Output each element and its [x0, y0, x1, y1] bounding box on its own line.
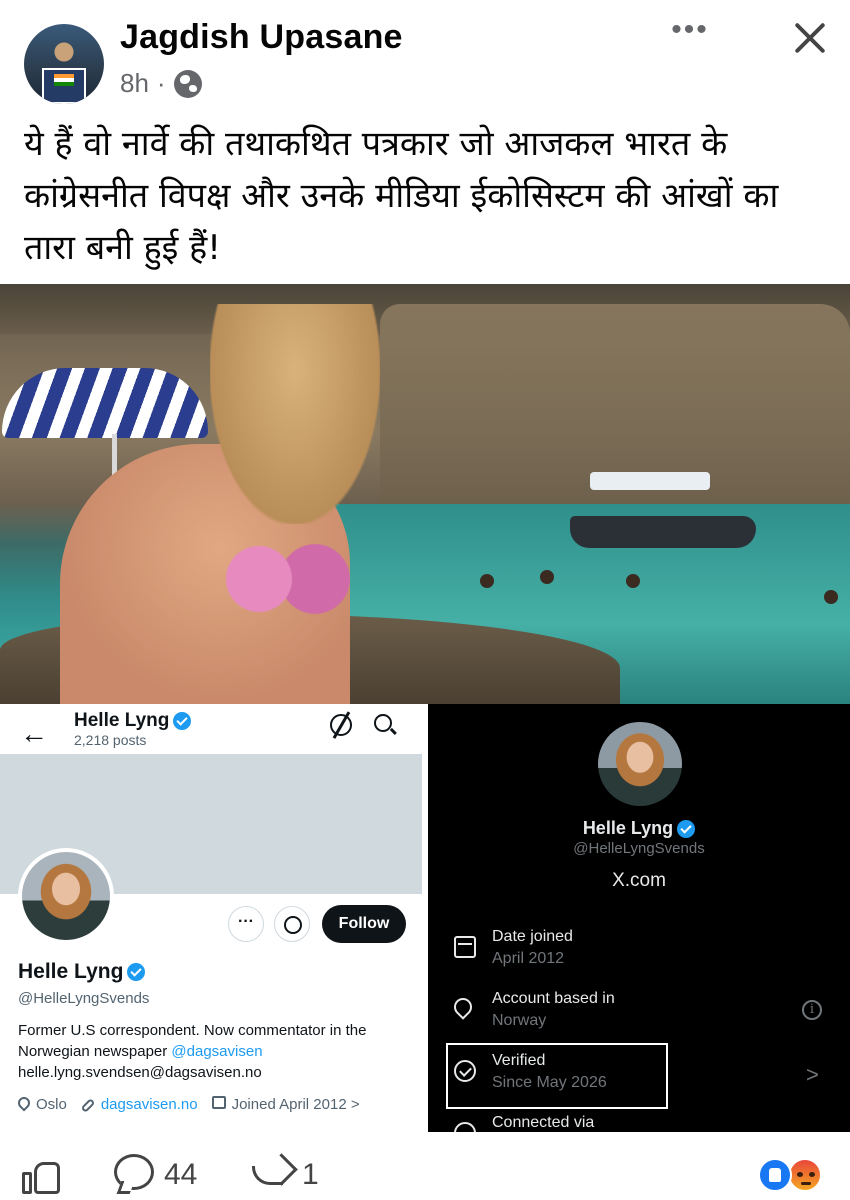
website-link[interactable]: dagsavisen.no: [101, 1096, 198, 1113]
about-name: Helle Lyng: [428, 818, 850, 839]
photo-swimmer: [540, 570, 554, 584]
photo-swimmer: [480, 574, 494, 588]
verified-badge-icon: [173, 712, 192, 730]
website-item[interactable]: dagsavisen.no: [80, 1096, 198, 1113]
joined-text: Joined April 2012: [231, 1096, 347, 1113]
photo-boat-canopy: [590, 472, 710, 490]
grok-icon[interactable]: [330, 714, 352, 736]
profile-display-name-text: Helle Lyng: [18, 960, 124, 983]
share-icon[interactable]: [250, 1156, 294, 1190]
angry-reaction-icon[interactable]: [788, 1158, 822, 1192]
profile-header-name-text: Helle Lyng: [74, 710, 170, 731]
author-avatar[interactable]: [24, 24, 104, 104]
avatar-flag: [54, 74, 74, 86]
row-value: Norway: [492, 1012, 547, 1029]
about-handle: @HelleLyngSvends: [573, 840, 705, 857]
follow-button[interactable]: Follow: [322, 905, 406, 943]
photo-swimmer: [824, 590, 838, 604]
verified-icon: [454, 1060, 476, 1082]
row-label: Connected via: [492, 1114, 595, 1131]
bio-email: helle.lyng.svendsen@dagsavisen.no: [18, 1064, 262, 1081]
x-profile-light-screenshot: ← Helle Lyng 2,218 posts ··· Follow Hell…: [0, 704, 422, 1132]
profile-bio: Former U.S correspondent. Now commentato…: [18, 1020, 412, 1083]
like-icon-hand: [34, 1162, 60, 1194]
like-reaction-icon[interactable]: [758, 1158, 792, 1192]
bio-line-1: Former U.S correspondent. Now commentato…: [18, 1022, 367, 1039]
post-meta: 8h ·: [120, 68, 202, 99]
row-label: Account based in: [492, 990, 615, 1007]
profile-meta: Oslo dagsavisen.no Joined April 2012 >: [15, 1094, 418, 1113]
location-item: Oslo: [15, 1094, 67, 1113]
profile-handle: @HelleLyngSvends: [18, 990, 150, 1007]
location-text: Oslo: [36, 1096, 67, 1113]
profile-header-name: Helle Lyng: [74, 710, 192, 732]
about-avatar: [598, 722, 682, 806]
post-caption: ये हैं वो नार्वे की तथाकथित पत्रकार जो आ…: [24, 124, 779, 268]
post-actions-bar: 44 1: [0, 1138, 850, 1200]
profile-more-button[interactable]: ···: [228, 906, 264, 942]
comment-icon[interactable]: [114, 1154, 154, 1190]
info-icon[interactable]: i: [802, 1000, 822, 1020]
photo-person-hair: [210, 304, 380, 524]
photo-person: [60, 304, 420, 704]
verified-badge-icon: [677, 819, 696, 838]
close-icon[interactable]: [790, 16, 830, 60]
post-count: 2,218 posts: [74, 732, 147, 748]
row-value: April 2012: [492, 950, 565, 967]
about-domain: X.com: [612, 870, 666, 891]
public-globe-icon: [173, 69, 202, 98]
meta-separator: ·: [156, 68, 166, 98]
photo-person-swimwear: [210, 534, 350, 624]
back-arrow-icon[interactable]: ←: [20, 718, 48, 750]
more-options-button[interactable]: •••: [668, 15, 712, 56]
globe-icon: [454, 1122, 476, 1132]
calendar-icon: [454, 936, 476, 958]
calendar-icon: [211, 1096, 226, 1109]
link-icon: [80, 1098, 96, 1113]
location-pin-icon: [450, 994, 476, 1020]
profile-display-name: Helle Lyng: [18, 960, 146, 984]
like-icon-cuff: [22, 1172, 32, 1194]
about-name-text: Helle Lyng: [582, 818, 674, 838]
bio-mention-link[interactable]: @dagsavisen: [171, 1043, 262, 1060]
row-label: Verified: [492, 1052, 546, 1069]
row-value: Since May 2026: [492, 1074, 607, 1091]
like-icon[interactable]: [22, 1158, 62, 1194]
post-time[interactable]: 8h: [120, 68, 149, 99]
search-icon[interactable]: [374, 714, 392, 732]
share-count[interactable]: 1: [302, 1158, 319, 1192]
message-button[interactable]: [274, 906, 310, 942]
profile-avatar[interactable]: [18, 848, 114, 944]
post-photo[interactable]: [0, 284, 850, 704]
verified-badge-icon: [127, 963, 146, 981]
bio-line-2: Norwegian newspaper @dagsavisen: [18, 1041, 412, 1062]
chevron-right-icon[interactable]: >: [806, 1062, 819, 1088]
x-about-account-dark-screenshot: Helle Lyng @HelleLyngSvends X.com Date j…: [428, 704, 850, 1132]
comment-count[interactable]: 44: [164, 1158, 197, 1192]
location-pin-icon: [15, 1094, 33, 1112]
author-name[interactable]: Jagdish Upasane: [120, 18, 403, 57]
post-header: Jagdish Upasane 8h · •••: [0, 0, 850, 110]
bio-line-2-text: Norwegian newspaper: [18, 1043, 172, 1060]
row-label: Date joined: [492, 928, 573, 945]
photo-boat: [570, 516, 756, 548]
photo-swimmer: [626, 574, 640, 588]
chevron-right-icon: >: [350, 1096, 360, 1113]
joined-item[interactable]: Joined April 2012 >: [211, 1096, 360, 1113]
